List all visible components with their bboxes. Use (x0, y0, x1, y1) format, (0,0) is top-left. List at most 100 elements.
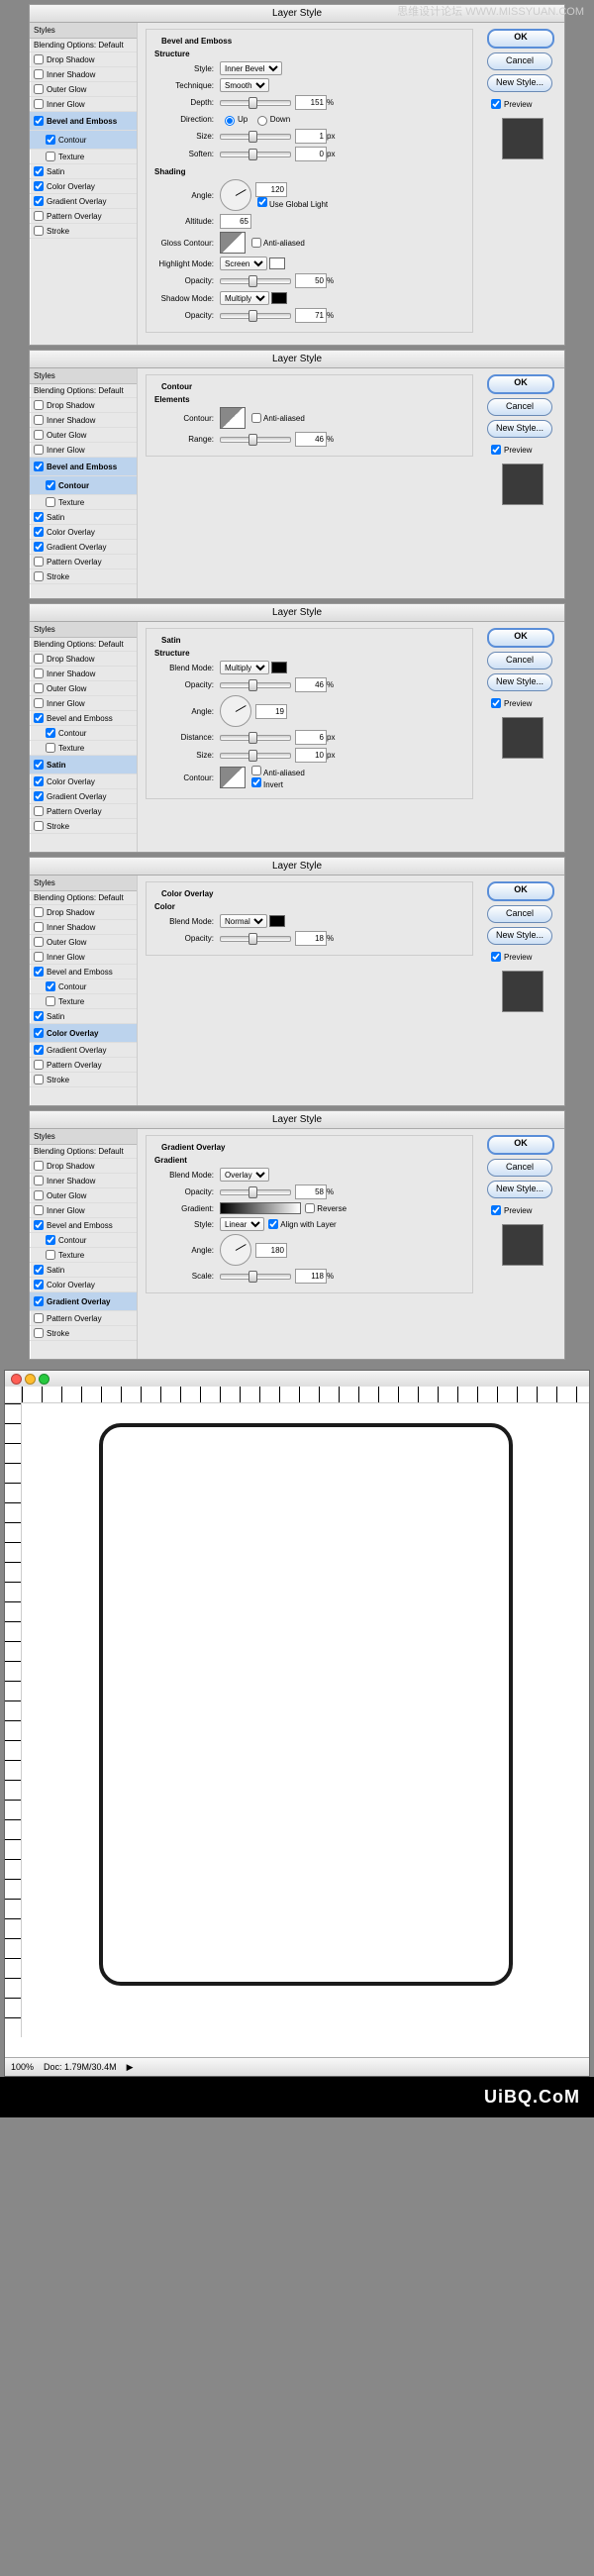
opacity-slider[interactable] (220, 936, 291, 942)
contour-picker[interactable] (220, 407, 246, 429)
caret-right-icon[interactable]: ▶ (127, 2062, 134, 2073)
sidebar-item[interactable]: Satin (30, 510, 137, 525)
sidebar-item[interactable]: Bevel and Emboss (30, 1218, 137, 1233)
sidebar-item-outer-glow[interactable]: Outer Glow (30, 82, 137, 97)
checkbox[interactable] (34, 99, 44, 109)
sidebar-header[interactable]: Styles (30, 1129, 137, 1145)
sidebar-item[interactable]: Inner Glow (30, 696, 137, 711)
size-slider[interactable] (220, 753, 291, 759)
checkbox[interactable] (46, 152, 55, 161)
sidebar-item-contour[interactable]: Contour (30, 131, 137, 150)
ok-button[interactable]: OK (487, 628, 554, 648)
new-style-button[interactable]: New Style... (487, 74, 552, 92)
highlight-opacity-slider[interactable] (220, 278, 291, 284)
blending-options[interactable]: Blending Options: Default (30, 384, 137, 398)
technique-select[interactable]: Smooth (220, 78, 269, 92)
sidebar-item-gradient-overlay[interactable]: Gradient Overlay (30, 194, 137, 209)
blend-mode-select[interactable]: Multiply (220, 661, 269, 674)
sidebar-item[interactable]: Bevel and Emboss (30, 965, 137, 979)
size-slider[interactable] (220, 134, 291, 140)
minimize-icon[interactable] (25, 1374, 36, 1385)
sidebar-item-color-overlay[interactable]: Color Overlay (30, 179, 137, 194)
sidebar-item[interactable]: Stroke (30, 1073, 137, 1087)
opacity-input[interactable] (295, 931, 327, 946)
sidebar-item[interactable]: Satin (30, 1263, 137, 1278)
blend-mode-select[interactable]: Overlay (220, 1168, 269, 1182)
depth-input[interactable] (295, 95, 327, 110)
angle-input[interactable] (255, 182, 287, 197)
doc-size[interactable]: Doc: 1.79M/30.4M (44, 2062, 117, 2072)
reverse-checkbox[interactable] (305, 1203, 315, 1213)
ok-button[interactable]: OK (487, 1135, 554, 1155)
sidebar-item[interactable]: Bevel and Emboss (30, 711, 137, 726)
sidebar-item[interactable]: Drop Shadow (30, 398, 137, 413)
sidebar-item[interactable]: Color Overlay (30, 1278, 137, 1292)
depth-slider[interactable] (220, 100, 291, 106)
opacity-slider[interactable] (220, 682, 291, 688)
sidebar-item[interactable]: Drop Shadow (30, 652, 137, 667)
checkbox[interactable] (34, 116, 44, 126)
sidebar-item[interactable]: Inner Glow (30, 950, 137, 965)
highlight-opacity-input[interactable] (295, 273, 327, 288)
sidebar-item[interactable]: Inner Shadow (30, 920, 137, 935)
sidebar-item[interactable]: Outer Glow (30, 681, 137, 696)
ok-button[interactable]: OK (487, 881, 554, 901)
preview-checkbox[interactable] (491, 1205, 501, 1215)
sidebar-item-pattern-overlay[interactable]: Pattern Overlay (30, 209, 137, 224)
opacity-input[interactable] (295, 1185, 327, 1199)
ruler-horizontal[interactable] (22, 1387, 589, 1403)
sidebar-item[interactable]: Contour (30, 726, 137, 741)
sidebar-item[interactable]: Satin (30, 1009, 137, 1024)
shadow-opacity-input[interactable] (295, 308, 327, 323)
angle-input[interactable] (255, 704, 287, 719)
new-style-button[interactable]: New Style... (487, 673, 552, 691)
sidebar-item[interactable]: Inner Glow (30, 1203, 137, 1218)
angle-input[interactable] (255, 1243, 287, 1258)
distance-input[interactable] (295, 730, 327, 745)
sidebar-item-texture[interactable]: Texture (30, 150, 137, 164)
checkbox[interactable] (34, 211, 44, 221)
sidebar-item-bevel-emboss[interactable]: Bevel and Emboss (30, 112, 137, 131)
sidebar-item[interactable]: Drop Shadow (30, 905, 137, 920)
sidebar-item[interactable]: Color Overlay (30, 774, 137, 789)
gloss-contour-picker[interactable] (220, 232, 246, 254)
checkbox[interactable] (34, 196, 44, 206)
up-radio[interactable] (225, 116, 235, 126)
size-input[interactable] (295, 748, 327, 763)
color-swatch[interactable] (271, 662, 287, 673)
sidebar-item[interactable]: Pattern Overlay (30, 1058, 137, 1073)
checkbox[interactable] (46, 135, 55, 145)
shadow-color-swatch[interactable] (271, 292, 287, 304)
ruler-origin[interactable] (5, 1387, 22, 1403)
sidebar-item[interactable]: Gradient Overlay (30, 789, 137, 804)
sidebar-item[interactable]: Outer Glow (30, 935, 137, 950)
size-input[interactable] (295, 129, 327, 144)
blend-mode-select[interactable]: Normal (220, 914, 267, 928)
ok-button[interactable]: OK (487, 374, 554, 394)
sidebar-item[interactable]: Stroke (30, 1326, 137, 1341)
angle-dial[interactable] (220, 695, 251, 727)
preview-checkbox[interactable] (491, 99, 501, 109)
sidebar-header[interactable]: Styles (30, 622, 137, 638)
window-titlebar[interactable] (5, 1371, 589, 1387)
sidebar-header[interactable]: Styles (30, 368, 137, 384)
sidebar-item-inner-shadow[interactable]: Inner Shadow (30, 67, 137, 82)
preview-checkbox[interactable] (491, 445, 501, 455)
preview-checkbox[interactable] (491, 952, 501, 962)
sidebar-item[interactable]: Texture (30, 741, 137, 756)
sidebar-header[interactable]: Styles (30, 876, 137, 891)
preview-checkbox[interactable] (491, 698, 501, 708)
sidebar-item[interactable]: Drop Shadow (30, 1159, 137, 1174)
sidebar-item-satin[interactable]: Satin (30, 756, 137, 774)
shadow-mode-select[interactable]: Multiply (220, 291, 269, 305)
ok-button[interactable]: OK (487, 29, 554, 49)
opacity-input[interactable] (295, 677, 327, 692)
cancel-button[interactable]: Cancel (487, 52, 552, 70)
invert-checkbox[interactable] (251, 777, 261, 787)
range-input[interactable] (295, 432, 327, 447)
range-slider[interactable] (220, 437, 291, 443)
highlight-mode-select[interactable]: Screen (220, 257, 267, 270)
close-icon[interactable] (11, 1374, 22, 1385)
sidebar-item[interactable]: Stroke (30, 819, 137, 834)
cancel-button[interactable]: Cancel (487, 905, 552, 923)
